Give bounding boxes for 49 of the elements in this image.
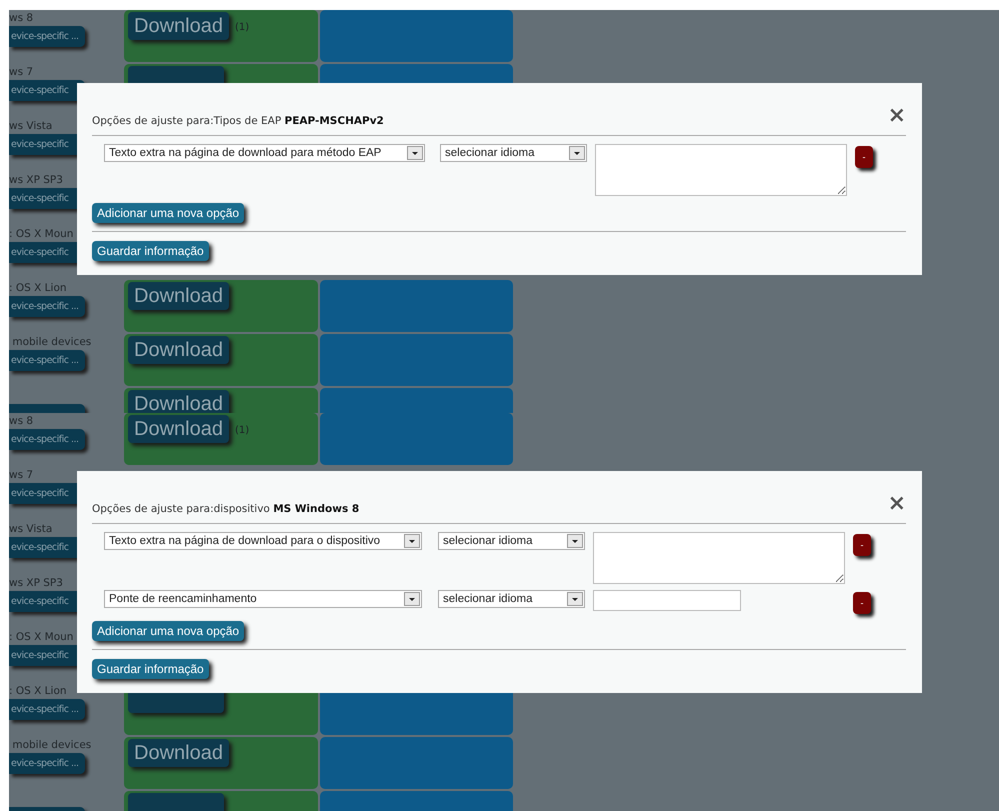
close-button[interactable]: ×: [888, 105, 906, 127]
dialog-title: Opções de ajuste para:Tipos de EAP PEAP-MSCHAPv2: [92, 115, 384, 127]
device-specific-button[interactable]: evice-specific ...: [9, 350, 85, 371]
option-type-dropdown[interactable]: Texto extra na página de download para o dispositivo: [104, 532, 422, 550]
device-name: mobile devices: [11, 739, 92, 752]
device-specific-button[interactable]: evice-specific ...: [9, 699, 85, 720]
save-button[interactable]: Guardar informação: [92, 659, 209, 679]
device-name: mobile devices: [11, 336, 92, 349]
device-specific-button[interactable]: evice-specific: [9, 80, 85, 101]
language-dropdown[interactable]: selecionar idioma: [438, 532, 585, 550]
remove-button[interactable]: -: [855, 146, 873, 168]
device-specific-button[interactable]: evice-specific ...: [9, 26, 85, 47]
device-name: ws XP SP3: [9, 174, 63, 187]
download-button[interactable]: Download: [128, 12, 229, 40]
text-area[interactable]: [593, 532, 845, 584]
download-button[interactable]: Download: [128, 282, 229, 310]
download-button[interactable]: Download: [128, 739, 229, 767]
device-specific-button[interactable]: evice-specific ...: [9, 296, 85, 317]
device-specific-button[interactable]: evice-specific ...: [9, 753, 85, 774]
language-dropdown[interactable]: selecionar idioma: [440, 144, 587, 162]
remove-button[interactable]: -: [853, 534, 871, 556]
text-area[interactable]: [595, 144, 847, 196]
device-name: ws 7: [9, 469, 34, 482]
device-name: : OS X Moun: [9, 228, 74, 241]
device-name: ws 7: [9, 66, 34, 79]
device-name: : OS X Moun: [9, 631, 74, 644]
option-type-dropdown[interactable]: Texto extra na página de download para método EAP: [104, 144, 425, 162]
device-name: : OS X Lion: [9, 282, 67, 295]
device-name: ws XP SP3: [9, 577, 63, 590]
close-button[interactable]: ×: [888, 493, 906, 515]
download-button[interactable]: Download: [128, 415, 229, 443]
device-name: : OS X Lion: [9, 685, 67, 698]
download-button[interactable]: Download: [128, 390, 229, 413]
download-count: (1): [234, 22, 250, 33]
download-count: (1): [234, 425, 250, 436]
remove-button[interactable]: -: [853, 592, 871, 614]
download-button[interactable]: Download: [128, 336, 229, 364]
add-option-button[interactable]: Adicionar uma nova opção: [92, 621, 244, 641]
device-name: ws Vista: [9, 523, 52, 536]
device-name: ws 8: [9, 12, 34, 25]
text-field[interactable]: [593, 590, 741, 611]
option-type-dropdown[interactable]: Ponte de reencaminhamento: [104, 590, 422, 608]
device-specific-button[interactable]: evice-specific ...: [9, 429, 85, 450]
device-name: ws 8: [9, 415, 34, 428]
save-button[interactable]: Guardar informação: [92, 241, 209, 261]
dialog-title: Opções de ajuste para:dispositivo MS Windows 8: [92, 503, 360, 515]
language-dropdown[interactable]: selecionar idioma: [438, 590, 585, 608]
device-name: ws Vista: [9, 120, 52, 133]
add-option-button[interactable]: Adicionar uma nova opção: [92, 203, 244, 223]
